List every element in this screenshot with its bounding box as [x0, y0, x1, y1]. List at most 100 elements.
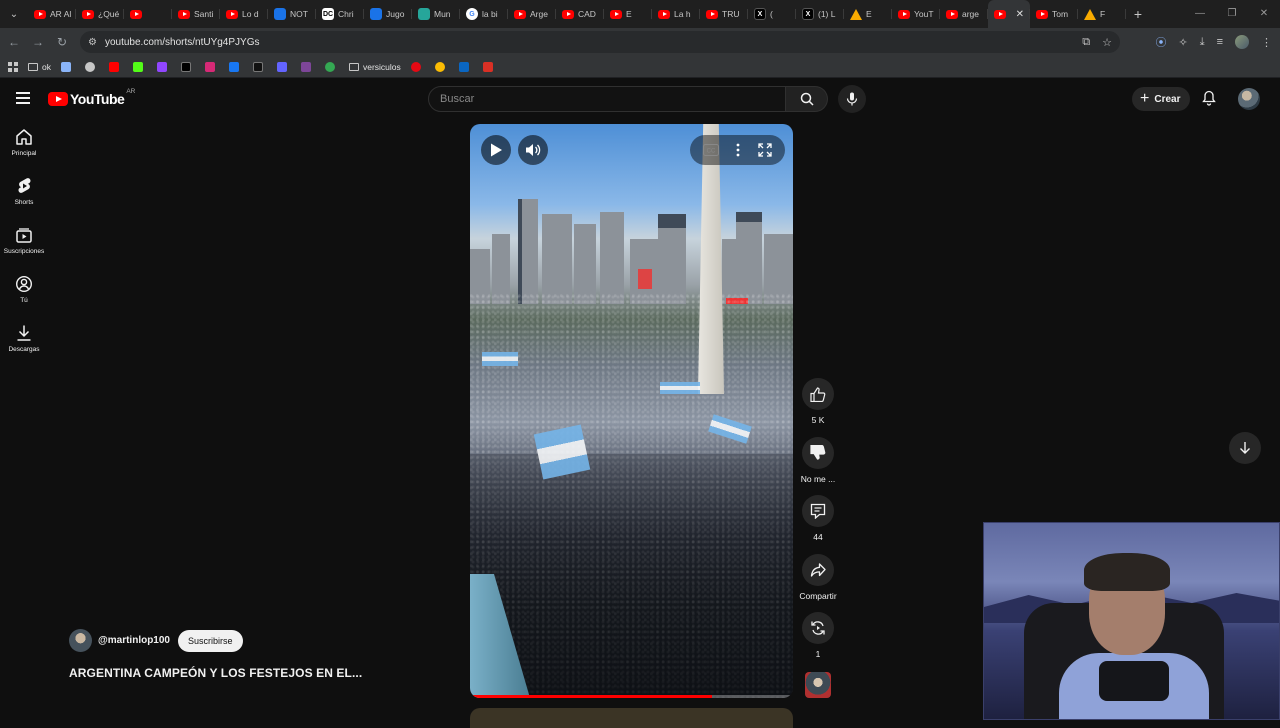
extension-icon[interactable]: ⦿ — [1155, 34, 1166, 50]
address-bar[interactable]: ⚙ youtube.com/shorts/ntUYg4PJYGs ⧉ ☆ — [80, 31, 1120, 53]
like-action: 5 K — [797, 378, 839, 437]
create-button[interactable]: + Crear — [1132, 87, 1191, 111]
channel-avatar[interactable] — [69, 629, 92, 652]
play-button[interactable] — [481, 135, 511, 165]
video-progress-bar[interactable] — [470, 695, 793, 698]
minimize-button[interactable]: — — [1184, 0, 1216, 28]
search-input[interactable] — [440, 87, 785, 111]
bookmark-item[interactable]: versiculos — [348, 62, 401, 72]
browser-tab[interactable]: Tom — [1030, 0, 1078, 28]
site-info-icon[interactable]: ⚙ — [88, 37, 97, 48]
reading-list-icon[interactable]: ≡ — [1217, 36, 1223, 48]
guide-item-shorts[interactable]: Shorts — [0, 167, 48, 216]
apps-grid-icon[interactable] — [8, 61, 18, 72]
youtube-logo[interactable]: YouTube AR — [48, 88, 135, 107]
bookmark-item[interactable] — [228, 61, 243, 72]
tab-search-button[interactable]: ⌄ — [0, 0, 28, 28]
browser-tab[interactable]: Gla bi — [460, 0, 508, 28]
account-avatar[interactable] — [1238, 88, 1260, 110]
reload-button[interactable]: ↻ — [50, 35, 74, 49]
voice-search-button[interactable] — [838, 85, 866, 113]
bookmark-item[interactable] — [324, 61, 339, 72]
more-options-icon[interactable] — [736, 143, 740, 157]
bookmark-item[interactable] — [156, 61, 171, 72]
browser-tab[interactable]: X (1) L — [796, 0, 844, 28]
bookmark-item[interactable] — [410, 61, 425, 72]
streamer-hair — [1084, 553, 1170, 591]
next-short-preview[interactable] — [470, 708, 793, 728]
browser-tab[interactable]: Mun — [412, 0, 460, 28]
guide-item-descargas[interactable]: Descargas — [0, 314, 48, 363]
back-button[interactable]: ← — [2, 35, 26, 49]
bookmark-item[interactable] — [482, 61, 497, 72]
browser-tab[interactable]: TRU — [700, 0, 748, 28]
guide-item-suscripciones[interactable]: Suscripciones — [0, 216, 48, 265]
bookmark-item[interactable] — [204, 61, 219, 72]
browser-tab[interactable]: Jugo — [364, 0, 412, 28]
remix-button[interactable] — [802, 612, 834, 645]
bookmark-item[interactable] — [180, 61, 195, 72]
bookmark-star-icon[interactable]: ☆ — [1102, 36, 1112, 49]
bookmark-item[interactable] — [252, 61, 267, 72]
browser-tab[interactable]: Arge — [508, 0, 556, 28]
share-button[interactable] — [802, 553, 834, 586]
bookmark-item[interactable] — [108, 61, 123, 72]
shorts-player[interactable]: CC — [470, 124, 793, 698]
browser-tab[interactable]: ✕ — [988, 0, 1030, 28]
close-tab-icon[interactable]: ✕ — [1016, 9, 1024, 20]
close-window-button[interactable]: ✕ — [1248, 0, 1280, 28]
share-action: Compartir — [797, 553, 839, 613]
forward-button[interactable]: → — [26, 35, 50, 49]
browser-tab[interactable]: Santi — [172, 0, 220, 28]
downloads-icon[interactable]: ⤓ — [1200, 36, 1205, 49]
browser-tab[interactable]: CAD — [556, 0, 604, 28]
browser-tab[interactable]: X( — [748, 0, 796, 28]
subscribe-button[interactable]: Suscribirse — [178, 629, 243, 652]
like-button[interactable] — [802, 378, 834, 410]
browser-tab[interactable]: E — [844, 0, 892, 28]
maximize-button[interactable]: ❐ — [1216, 0, 1248, 28]
browser-tab[interactable]: YouT — [892, 0, 940, 28]
bookmark-item[interactable]: ok — [28, 62, 51, 72]
x-icon — [180, 61, 191, 72]
guide-menu-button[interactable] — [16, 92, 30, 107]
bookmark-item[interactable] — [458, 61, 473, 72]
guide-item-tu[interactable]: Tú — [0, 265, 48, 314]
channel-thumbnail[interactable] — [805, 672, 831, 698]
browser-tab[interactable]: F — [1078, 0, 1126, 28]
gem-icon — [60, 61, 71, 72]
new-tab-button[interactable]: + — [1126, 6, 1150, 22]
browser-tab[interactable]: arge — [940, 0, 988, 28]
short-title[interactable]: ARGENTINA CAMPEÓN Y LOS FESTEJOS EN EL..… — [69, 666, 362, 680]
bookmarks-bar: ok versiculos — [0, 56, 1280, 78]
browser-menu-icon[interactable]: ⋮ — [1261, 36, 1272, 49]
browser-tab[interactable]: ¿Qué — [76, 0, 124, 28]
channel-name[interactable]: @martinlop100 — [98, 635, 170, 646]
browser-tab[interactable]: La h — [652, 0, 700, 28]
browser-tab[interactable]: E — [604, 0, 652, 28]
install-app-icon[interactable]: ⧉ — [1082, 36, 1090, 49]
bookmark-item[interactable] — [84, 61, 99, 72]
fullscreen-icon[interactable] — [758, 143, 772, 157]
browser-tab[interactable]: AR Al — [28, 0, 76, 28]
captions-icon[interactable]: CC — [702, 144, 719, 156]
extensions-puzzle-icon[interactable]: ✧ — [1178, 36, 1187, 49]
browser-tab[interactable]: Lo d — [220, 0, 268, 28]
next-video-button[interactable] — [1229, 432, 1261, 464]
bookmark-item[interactable] — [132, 61, 147, 72]
bookmark-item[interactable] — [276, 61, 291, 72]
browser-tab[interactable]: NOT — [268, 0, 316, 28]
bookmark-item[interactable] — [300, 61, 315, 72]
bookmark-item[interactable] — [60, 61, 75, 72]
bookmark-item[interactable] — [434, 61, 449, 72]
guide-item-principal[interactable]: Principal — [0, 118, 48, 167]
profile-avatar[interactable] — [1235, 35, 1249, 49]
search-button[interactable] — [786, 86, 828, 112]
volume-button[interactable] — [518, 135, 548, 165]
notifications-button[interactable] — [1202, 90, 1216, 111]
comments-button[interactable] — [802, 495, 834, 528]
browser-tab[interactable]: DC Chri — [316, 0, 364, 28]
tab-title: TRU — [722, 9, 740, 19]
dislike-button[interactable] — [802, 436, 834, 469]
browser-tab[interactable] — [124, 0, 172, 28]
